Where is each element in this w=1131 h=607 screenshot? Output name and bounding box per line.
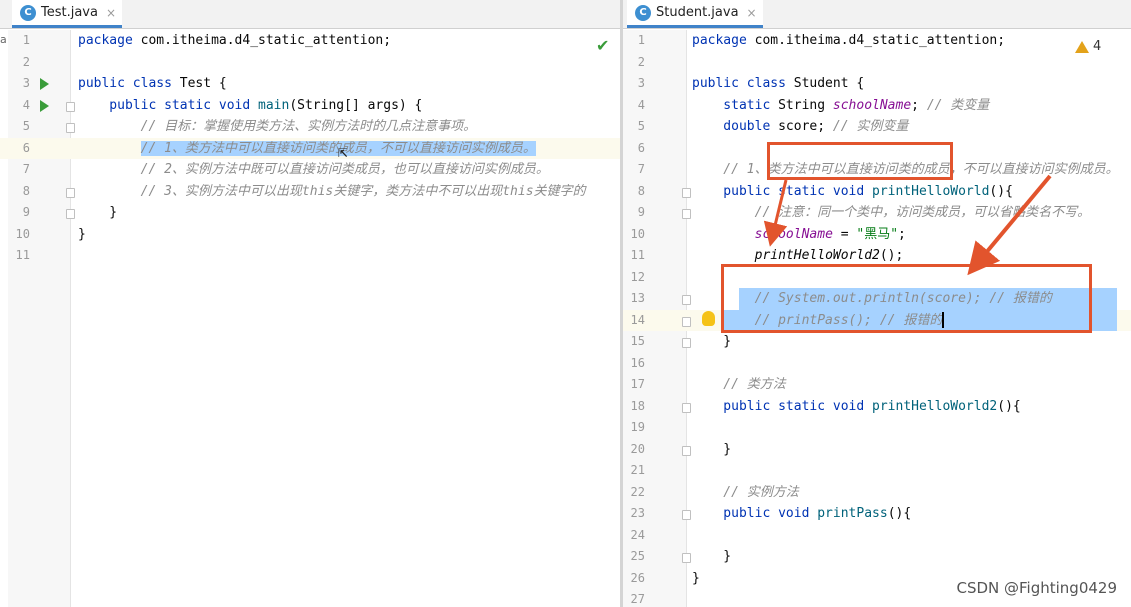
code-text: // printPass(); // 报错的: [692, 310, 945, 332]
code-text: // System.out.println(score); // 报错的: [692, 288, 1052, 310]
annotation-arrow-1: [763, 179, 788, 247]
code-token: // System.out.println(score); // 报错的: [692, 291, 1052, 306]
annotation-arrow-2: [967, 174, 1052, 276]
watermark: CSDN @Fighting0429: [956, 579, 1117, 597]
text-caret: [942, 312, 945, 328]
code-token: // printPass(); // 报错的: [692, 312, 943, 328]
